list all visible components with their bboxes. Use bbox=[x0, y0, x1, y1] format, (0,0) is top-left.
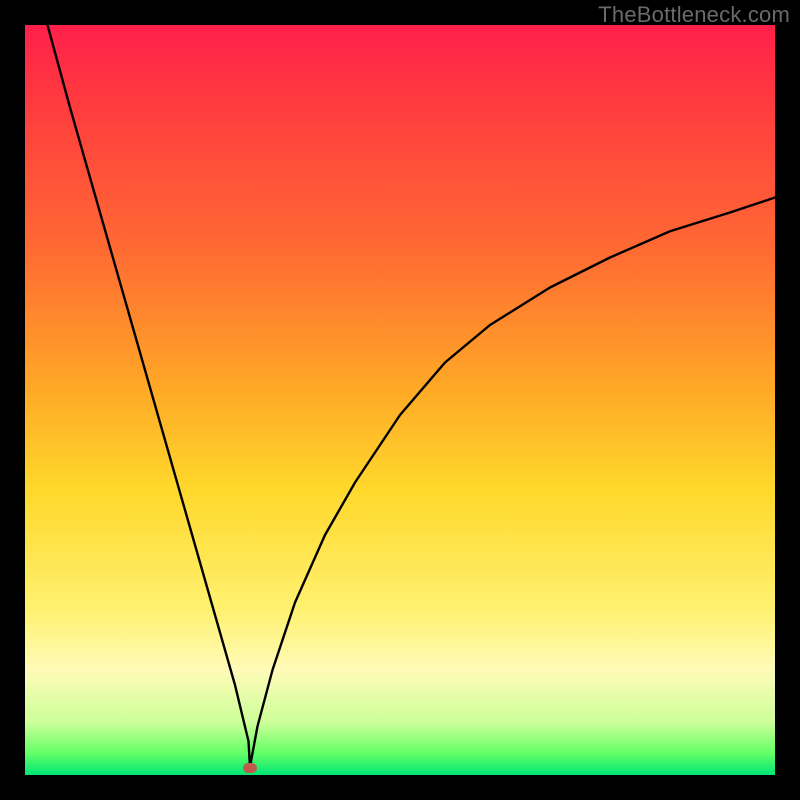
bottleneck-curve bbox=[25, 25, 775, 775]
minimum-marker bbox=[243, 763, 257, 773]
attribution-text: TheBottleneck.com bbox=[598, 2, 790, 28]
chart-frame: TheBottleneck.com bbox=[0, 0, 800, 800]
